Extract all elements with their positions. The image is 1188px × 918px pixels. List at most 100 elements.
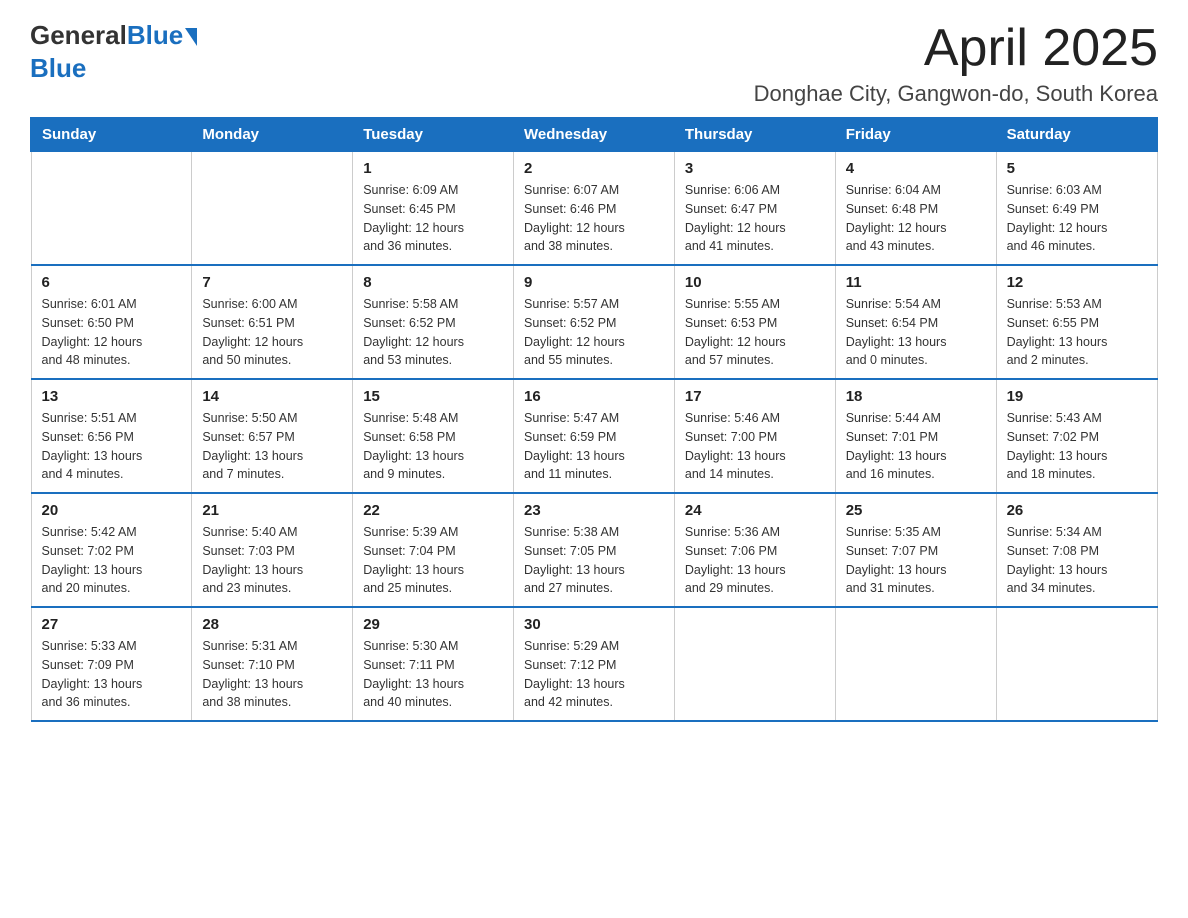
day-info: Sunrise: 5:50 AMSunset: 6:57 PMDaylight:… — [202, 409, 342, 484]
day-number: 4 — [846, 160, 986, 177]
day-info: Sunrise: 6:01 AMSunset: 6:50 PMDaylight:… — [42, 295, 182, 370]
day-number: 26 — [1007, 502, 1147, 519]
calendar-week-row: 20Sunrise: 5:42 AMSunset: 7:02 PMDayligh… — [31, 493, 1157, 607]
calendar-week-row: 1 Sunrise: 6:09 AMSunset: 6:45 PMDaylight… — [31, 152, 1157, 266]
calendar-cell — [996, 607, 1157, 721]
calendar-cell: 22 Sunrise: 5:39 AMSunset: 7:04 PMDayligh… — [353, 493, 514, 607]
day-info: Sunrise: 5:51 AMSunset: 6:56 PMDaylight:… — [42, 409, 182, 484]
calendar-cell: 14 Sunrise: 5:50 AMSunset: 6:57 PMDayligh… — [192, 379, 353, 493]
day-info: Sunrise: 6:03 AMSunset: 6:49 PMDaylight:… — [1007, 181, 1147, 256]
day-info: Sunrise: 5:42 AMSunset: 7:02 PMDaylight:… — [42, 523, 182, 598]
weekday-header-wednesday: Wednesday — [514, 118, 675, 152]
calendar-cell: 27 Sunrise: 5:33 AMSunset: 7:09 PMDayligh… — [31, 607, 192, 721]
calendar-cell: 2 Sunrise: 6:07 AMSunset: 6:46 PMDaylight… — [514, 152, 675, 266]
weekday-header-row: SundayMondayTuesdayWednesdayThursdayFrid… — [31, 118, 1157, 152]
calendar-week-row: 13 Sunrise: 5:51 AMSunset: 6:56 PMDayligh… — [31, 379, 1157, 493]
day-number: 7 — [202, 274, 342, 291]
calendar-cell: 4 Sunrise: 6:04 AMSunset: 6:48 PMDaylight… — [835, 152, 996, 266]
calendar-week-row: 6 Sunrise: 6:01 AMSunset: 6:50 PMDaylight… — [31, 265, 1157, 379]
day-number: 18 — [846, 388, 986, 405]
day-number: 22 — [363, 502, 503, 519]
day-number: 1 — [363, 160, 503, 177]
day-number: 14 — [202, 388, 342, 405]
day-info: Sunrise: 5:44 AMSunset: 7:01 PMDaylight:… — [846, 409, 986, 484]
day-info: Sunrise: 5:57 AMSunset: 6:52 PMDaylight:… — [524, 295, 664, 370]
day-info: Sunrise: 6:06 AMSunset: 6:47 PMDaylight:… — [685, 181, 825, 256]
calendar-cell: 6 Sunrise: 6:01 AMSunset: 6:50 PMDaylight… — [31, 265, 192, 379]
calendar-cell — [192, 152, 353, 266]
day-number: 8 — [363, 274, 503, 291]
day-number: 11 — [846, 274, 986, 291]
calendar-cell: 8 Sunrise: 5:58 AMSunset: 6:52 PMDaylight… — [353, 265, 514, 379]
day-info: Sunrise: 5:33 AMSunset: 7:09 PMDaylight:… — [42, 637, 182, 712]
calendar-week-row: 27 Sunrise: 5:33 AMSunset: 7:09 PMDayligh… — [31, 607, 1157, 721]
day-info: Sunrise: 5:47 AMSunset: 6:59 PMDaylight:… — [524, 409, 664, 484]
day-info: Sunrise: 5:35 AMSunset: 7:07 PMDaylight:… — [846, 523, 986, 598]
calendar-cell: 5 Sunrise: 6:03 AMSunset: 6:49 PMDaylight… — [996, 152, 1157, 266]
day-info: Sunrise: 5:36 AMSunset: 7:06 PMDaylight:… — [685, 523, 825, 598]
day-info: Sunrise: 6:04 AMSunset: 6:48 PMDaylight:… — [846, 181, 986, 256]
day-number: 13 — [42, 388, 182, 405]
day-number: 28 — [202, 616, 342, 633]
day-info: Sunrise: 5:46 AMSunset: 7:00 PMDaylight:… — [685, 409, 825, 484]
calendar-cell — [31, 152, 192, 266]
day-number: 5 — [1007, 160, 1147, 177]
weekday-header-sunday: Sunday — [31, 118, 192, 152]
day-number: 6 — [42, 274, 182, 291]
logo-triangle-icon — [185, 28, 197, 46]
logo: General Blue Blue — [30, 20, 197, 84]
day-number: 19 — [1007, 388, 1147, 405]
calendar-cell: 19 Sunrise: 5:43 AMSunset: 7:02 PMDayligh… — [996, 379, 1157, 493]
day-number: 2 — [524, 160, 664, 177]
calendar-cell: 15 Sunrise: 5:48 AMSunset: 6:58 PMDayligh… — [353, 379, 514, 493]
calendar-cell: 11Sunrise: 5:54 AMSunset: 6:54 PMDayligh… — [835, 265, 996, 379]
weekday-header-saturday: Saturday — [996, 118, 1157, 152]
calendar-cell: 9 Sunrise: 5:57 AMSunset: 6:52 PMDaylight… — [514, 265, 675, 379]
day-info: Sunrise: 5:53 AMSunset: 6:55 PMDaylight:… — [1007, 295, 1147, 370]
day-info: Sunrise: 5:58 AMSunset: 6:52 PMDaylight:… — [363, 295, 503, 370]
day-info: Sunrise: 5:43 AMSunset: 7:02 PMDaylight:… — [1007, 409, 1147, 484]
day-info: Sunrise: 5:34 AMSunset: 7:08 PMDaylight:… — [1007, 523, 1147, 598]
weekday-header-tuesday: Tuesday — [353, 118, 514, 152]
calendar-cell: 1 Sunrise: 6:09 AMSunset: 6:45 PMDaylight… — [353, 152, 514, 266]
calendar-cell: 21 Sunrise: 5:40 AMSunset: 7:03 PMDayligh… — [192, 493, 353, 607]
day-info: Sunrise: 5:31 AMSunset: 7:10 PMDaylight:… — [202, 637, 342, 712]
calendar-table: SundayMondayTuesdayWednesdayThursdayFrid… — [30, 117, 1158, 722]
title-section: April 2025 Donghae City, Gangwon-do, Sou… — [754, 20, 1158, 107]
calendar-cell: 24 Sunrise: 5:36 AMSunset: 7:06 PMDayligh… — [674, 493, 835, 607]
calendar-cell: 20Sunrise: 5:42 AMSunset: 7:02 PMDayligh… — [31, 493, 192, 607]
day-info: Sunrise: 5:40 AMSunset: 7:03 PMDaylight:… — [202, 523, 342, 598]
day-number: 29 — [363, 616, 503, 633]
day-info: Sunrise: 6:09 AMSunset: 6:45 PMDaylight:… — [363, 181, 503, 256]
calendar-cell: 7Sunrise: 6:00 AMSunset: 6:51 PMDaylight… — [192, 265, 353, 379]
day-number: 27 — [42, 616, 182, 633]
calendar-cell: 28 Sunrise: 5:31 AMSunset: 7:10 PMDayligh… — [192, 607, 353, 721]
logo-blue-text: Blue — [127, 20, 183, 51]
weekday-header-monday: Monday — [192, 118, 353, 152]
day-number: 30 — [524, 616, 664, 633]
day-number: 10 — [685, 274, 825, 291]
day-number: 15 — [363, 388, 503, 405]
month-title: April 2025 — [754, 20, 1158, 77]
calendar-cell: 17Sunrise: 5:46 AMSunset: 7:00 PMDayligh… — [674, 379, 835, 493]
day-number: 25 — [846, 502, 986, 519]
page-header: General Blue Blue April 2025 Donghae Cit… — [30, 20, 1158, 107]
day-number: 16 — [524, 388, 664, 405]
day-number: 21 — [202, 502, 342, 519]
day-number: 23 — [524, 502, 664, 519]
day-number: 24 — [685, 502, 825, 519]
day-number: 9 — [524, 274, 664, 291]
logo-bottom-text: Blue — [30, 53, 86, 83]
day-info: Sunrise: 6:07 AMSunset: 6:46 PMDaylight:… — [524, 181, 664, 256]
calendar-cell — [674, 607, 835, 721]
weekday-header-thursday: Thursday — [674, 118, 835, 152]
day-info: Sunrise: 5:48 AMSunset: 6:58 PMDaylight:… — [363, 409, 503, 484]
calendar-cell: 30Sunrise: 5:29 AMSunset: 7:12 PMDayligh… — [514, 607, 675, 721]
calendar-cell: 13 Sunrise: 5:51 AMSunset: 6:56 PMDayligh… — [31, 379, 192, 493]
calendar-cell — [835, 607, 996, 721]
day-info: Sunrise: 5:39 AMSunset: 7:04 PMDaylight:… — [363, 523, 503, 598]
calendar-cell: 25 Sunrise: 5:35 AMSunset: 7:07 PMDayligh… — [835, 493, 996, 607]
location-subtitle: Donghae City, Gangwon-do, South Korea — [754, 81, 1158, 107]
calendar-cell: 29Sunrise: 5:30 AMSunset: 7:11 PMDayligh… — [353, 607, 514, 721]
day-info: Sunrise: 5:55 AMSunset: 6:53 PMDaylight:… — [685, 295, 825, 370]
